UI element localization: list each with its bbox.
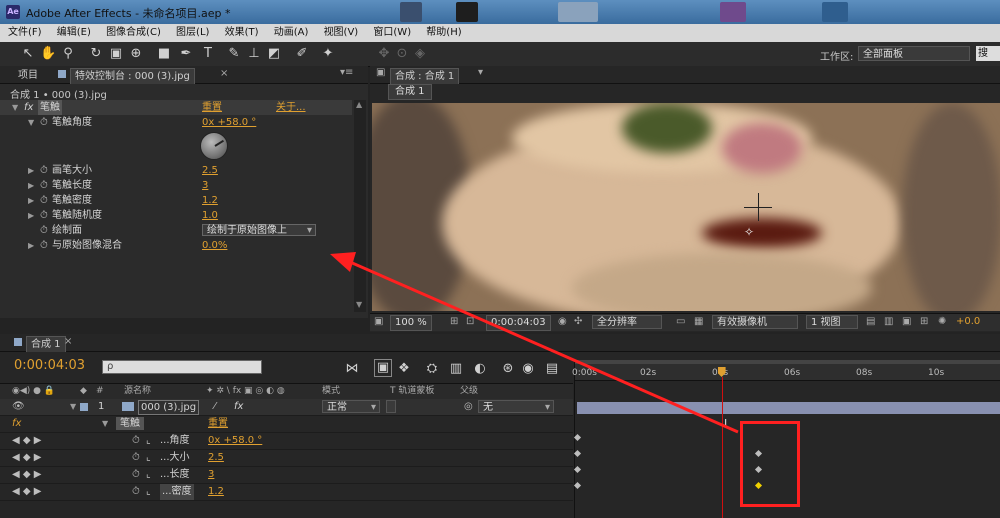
annotation-arrow-line: [349, 260, 739, 434]
annotation-arrow: [330, 252, 739, 434]
annotation-arrow-head: [330, 252, 356, 272]
